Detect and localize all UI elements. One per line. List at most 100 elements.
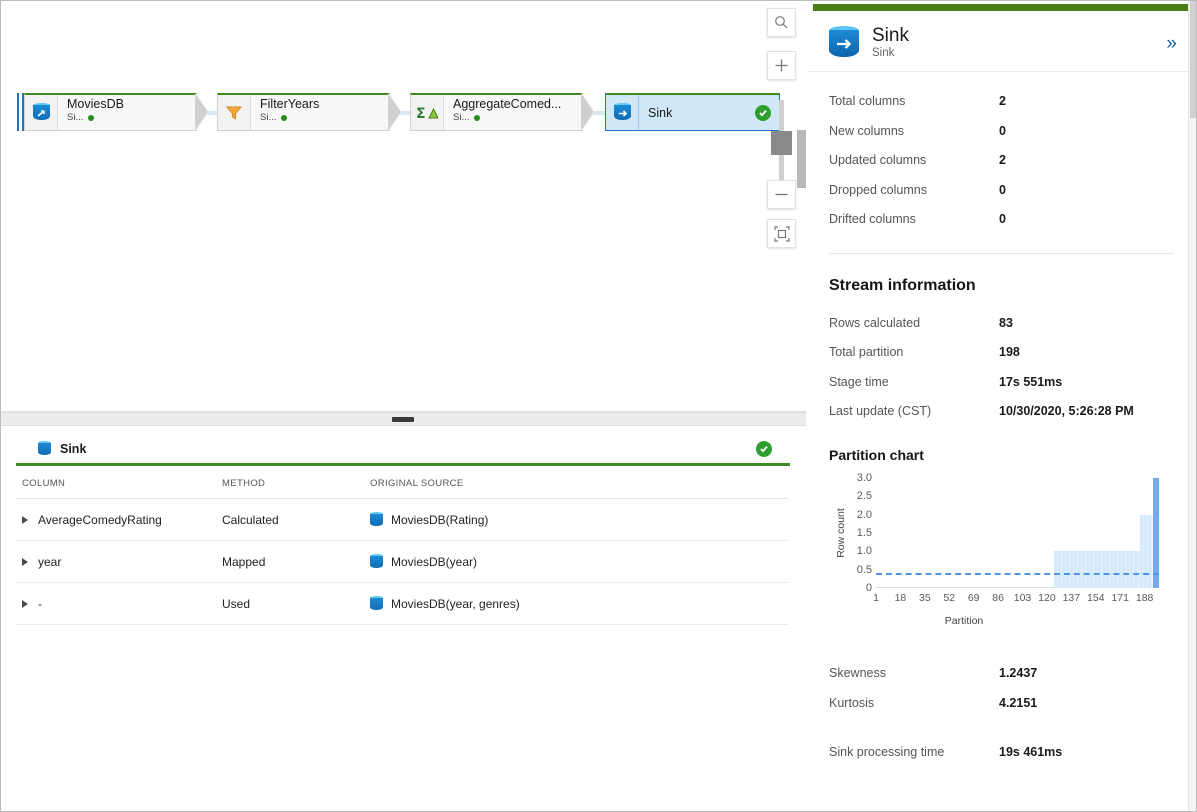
panel-scrollbar-thumb[interactable] <box>1190 0 1197 118</box>
cell-source: MoviesDB(year, genres) <box>391 596 520 611</box>
inspect-table: COLUMN METHOD ORIGINAL SOURCE AverageCom… <box>16 466 788 625</box>
node-subtitle: Si... <box>260 112 381 124</box>
chart-x-axis-label: Partition <box>944 615 984 627</box>
expand-triangle-icon[interactable] <box>22 600 28 609</box>
chart-y-tick: 0.5 <box>856 563 872 576</box>
chart-y-tick: 1.0 <box>856 545 872 558</box>
chart-bar <box>1153 478 1159 588</box>
node-title: FilterYears <box>260 97 320 111</box>
dataflow-canvas-pane: MoviesDB Si... FilterYears Si... Σ Aggre… <box>0 0 806 812</box>
chart-y-tick: 1.5 <box>856 527 872 539</box>
cell-source: MoviesDB(Rating) <box>391 512 489 527</box>
sink-database-icon <box>38 441 51 456</box>
table-row[interactable]: year Mapped MoviesDB(year) <box>16 540 788 583</box>
chart-bar <box>1140 514 1154 588</box>
stat-dropped-columns: Dropped columns 0 <box>829 183 1006 197</box>
sink-database-icon <box>606 95 639 130</box>
chart-x-tick: 1 <box>873 592 879 604</box>
inspect-table-pane: Sink COLUMN METHOD ORIGINAL SOURCE Avera… <box>0 426 806 812</box>
sink-database-icon <box>829 26 859 60</box>
zoom-slider-thumb[interactable] <box>771 131 792 155</box>
cell-source: MoviesDB(year) <box>391 554 478 569</box>
fit-to-screen-icon[interactable] <box>767 219 796 248</box>
node-subtitle: Si... <box>67 112 188 124</box>
stat-stage-time: Stage time 17s 551ms <box>829 375 1063 389</box>
cell-column: year <box>38 554 62 569</box>
cell-column: - <box>38 596 42 611</box>
node-title: AggregateComed... <box>453 97 562 111</box>
node-aggregatecomedy[interactable]: Σ AggregateComed... Si... <box>410 93 595 131</box>
col-header-source: ORIGINAL SOURCE <box>364 466 788 499</box>
node-moviesdb[interactable]: MoviesDB Si... <box>24 93 209 131</box>
chart-bar <box>1054 551 1141 588</box>
partition-chart: Row count 3.0 2.5 2.0 1.5 1.0 0.5 0 1 18 35 52 69 86… <box>822 472 1172 628</box>
chart-x-tick: 137 <box>1062 592 1081 604</box>
details-panel: Sink Sink » Total columns 2 New columns 0 … <box>807 0 1197 812</box>
stat-kurtosis: Kurtosis 4.2151 <box>829 696 1038 710</box>
partition-chart-title: Partition chart <box>829 447 924 463</box>
success-check-icon <box>755 104 771 121</box>
status-dot-icon <box>474 115 481 121</box>
chart-x-tick: 69 <box>967 592 980 604</box>
table-row[interactable]: - Used MoviesDB(year, genres) <box>16 582 788 625</box>
chart-plot-area: 3.0 2.5 2.0 1.5 1.0 0.5 0 1 18 35 52 69 86 103 120 137 1… <box>857 472 1159 604</box>
chart-x-tick: 171 <box>1111 592 1129 604</box>
stat-drifted-columns: Drifted columns 0 <box>829 212 1006 226</box>
inspect-table-header: Sink <box>16 434 790 466</box>
splitter-grip-icon <box>392 417 414 422</box>
zoom-in-icon[interactable] <box>767 51 796 80</box>
section-divider <box>829 253 1174 254</box>
database-icon <box>370 512 383 527</box>
stat-total-partition: Total partition 198 <box>829 345 1020 359</box>
node-sink[interactable]: Sink <box>605 93 780 131</box>
chart-y-tick: 3.0 <box>856 472 872 484</box>
expand-triangle-icon[interactable] <box>22 516 28 525</box>
chart-x-tick: 154 <box>1087 592 1105 604</box>
stream-info-heading: Stream information <box>829 277 976 294</box>
stat-total-columns: Total columns 2 <box>829 94 1006 108</box>
expand-triangle-icon[interactable] <box>22 558 28 567</box>
database-icon <box>25 95 58 130</box>
chart-x-tick: 103 <box>1013 592 1032 604</box>
dataflow-graph-canvas[interactable]: MoviesDB Si... FilterYears Si... Σ Aggre… <box>0 0 806 412</box>
stat-skewness: Skewness 1.2437 <box>829 666 1038 680</box>
stat-sink-processing-time: Sink processing time 19s 461ms <box>829 745 1063 759</box>
node-subtitle: Si... <box>453 112 574 124</box>
collapse-panel-icon[interactable]: » <box>1166 34 1177 53</box>
chart-y-tick: 2.0 <box>856 508 872 521</box>
chart-average-line <box>876 572 1159 575</box>
node-filteryears[interactable]: FilterYears Si... <box>217 93 402 131</box>
col-header-method: METHOD <box>216 466 364 499</box>
table-header-row: COLUMN METHOD ORIGINAL SOURCE <box>16 466 788 499</box>
status-dot-icon <box>88 115 95 121</box>
node-arrow <box>388 93 402 131</box>
node-title: Sink <box>648 105 673 120</box>
chart-x-tick: 86 <box>992 592 1004 604</box>
panel-subtitle: Sink <box>872 47 895 59</box>
filter-funnel-icon <box>218 95 251 130</box>
svg-text:Σ: Σ <box>416 106 426 122</box>
search-icon[interactable] <box>767 8 796 37</box>
panel-title: Sink <box>872 25 909 46</box>
zoom-out-icon[interactable] <box>767 180 796 209</box>
cell-method: Used <box>216 582 364 625</box>
table-row[interactable]: AverageComedyRating Calculated MoviesDB(… <box>16 498 788 541</box>
node-arrow <box>195 93 209 131</box>
cell-column: AverageComedyRating <box>38 512 162 527</box>
node-title: MoviesDB <box>67 97 124 111</box>
canvas-scrollbar-thumb[interactable] <box>797 130 806 188</box>
pane-splitter[interactable] <box>0 412 806 426</box>
chart-y-tick: 2.5 <box>856 490 872 503</box>
cell-method: Mapped <box>216 540 364 583</box>
stat-updated-columns: Updated columns 2 <box>829 153 1006 167</box>
chart-y-tick: 0 <box>865 582 872 594</box>
aggregate-sigma-icon: Σ <box>411 95 444 130</box>
stat-last-update: Last update (CST) 10/30/2020, 5:26:28 PM <box>829 404 1134 418</box>
panel-accent-bar <box>813 4 1189 11</box>
cell-method: Calculated <box>216 498 364 541</box>
node-arrow <box>581 93 595 131</box>
chart-x-tick: 52 <box>943 592 956 604</box>
chart-x-tick: 35 <box>918 592 931 604</box>
col-header-column: COLUMN <box>16 466 216 499</box>
panel-scrollbar[interactable] <box>1188 0 1197 812</box>
